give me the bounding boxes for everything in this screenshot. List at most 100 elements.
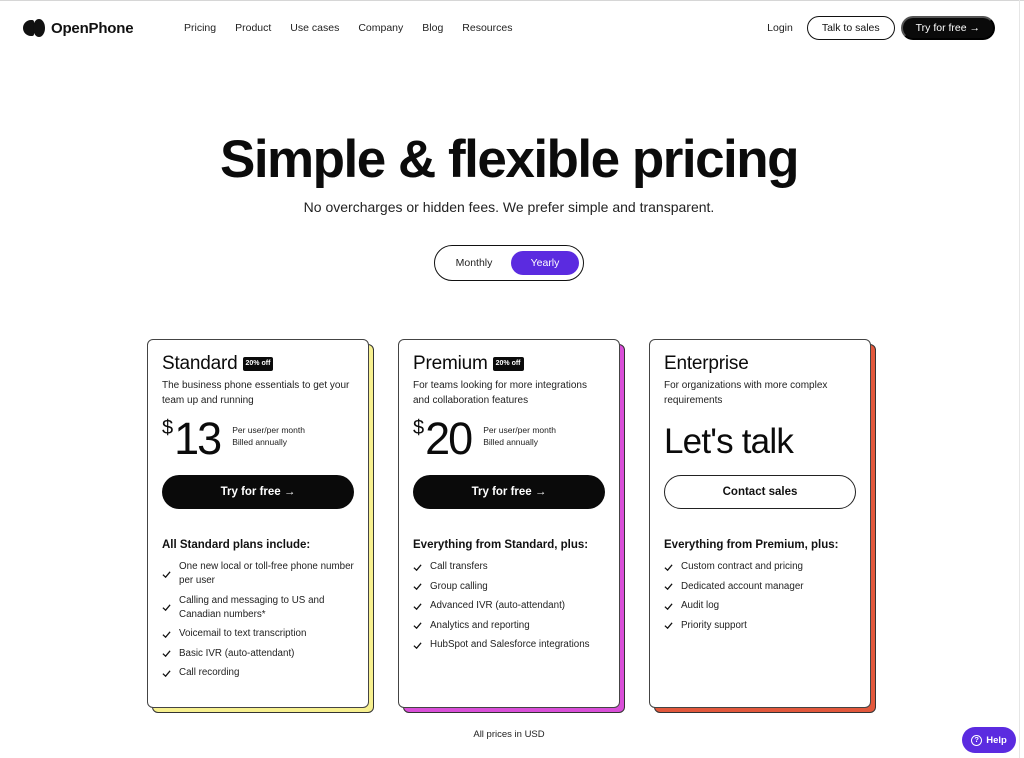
plan-name: Standard: [162, 353, 238, 374]
feature-list: Custom contract and pricing Dedicated ac…: [664, 560, 856, 633]
discount-badge: 20% off: [492, 357, 524, 371]
feature-text: Voicemail to text transcription: [179, 628, 307, 639]
nav-link-resources[interactable]: Resources: [462, 22, 512, 34]
feature-item: Custom contract and pricing: [664, 560, 856, 574]
currency-symbol: $: [413, 417, 425, 439]
toggle-monthly[interactable]: Monthly: [440, 251, 508, 275]
discount-badge: 20% off: [242, 357, 274, 371]
try-for-free-button[interactable]: Try for free →: [413, 475, 605, 509]
check-icon: [162, 669, 171, 677]
plan-name: Enterprise: [664, 353, 749, 374]
feature-item: Dedicated account manager: [664, 580, 856, 594]
feature-list: Call transfers Group calling Advanced IV…: [413, 560, 605, 652]
feature-item: One new local or toll-free phone number …: [162, 560, 354, 588]
price: $ 20 Per user/per month Billed annually: [413, 413, 605, 467]
features-heading: All Standard plans include:: [162, 539, 311, 551]
billing-period-toggle: Monthly Yearly: [434, 245, 584, 281]
try-for-free-button[interactable]: Try for free →: [162, 475, 354, 509]
currency-note: All prices in USD: [473, 729, 545, 740]
feature-text: Basic IVR (auto-attendant): [179, 647, 295, 659]
feature-text: Calling and messaging to US and Canadian…: [179, 594, 325, 620]
contact-sales-button[interactable]: Contact sales: [664, 475, 856, 509]
check-icon: [664, 622, 673, 630]
billing-note: Billed annually: [232, 437, 288, 447]
page-subtitle: No overcharges or hidden fees. We prefer…: [303, 199, 715, 215]
check-icon: [413, 583, 422, 591]
nav-link-product[interactable]: Product: [235, 22, 271, 34]
price-period: Per user/per month: [232, 425, 305, 435]
feature-item: Call recording: [162, 666, 354, 680]
check-icon: [413, 602, 422, 610]
card-body: Enterprise For organizations with more c…: [649, 339, 871, 708]
check-icon: [664, 583, 673, 591]
logo-text: OpenPhone: [51, 19, 134, 37]
feature-item: HubSpot and Salesforce integrations: [413, 638, 605, 652]
top-navigation: OpenPhone Pricing Product Use cases Comp…: [0, 0, 1024, 58]
feature-list: One new local or toll-free phone number …: [162, 560, 354, 680]
check-icon: [413, 641, 422, 649]
feature-text: Advanced IVR (auto-attendant): [430, 600, 566, 611]
toggle-yearly[interactable]: Yearly: [511, 251, 579, 275]
card-body: Premium 20% off For teams looking for mo…: [398, 339, 620, 708]
feature-item: Advanced IVR (auto-attendant): [413, 599, 605, 613]
question-circle-icon: ?: [971, 734, 983, 746]
check-icon: [162, 604, 171, 612]
feature-item: Analytics and reporting: [413, 619, 605, 633]
feature-text: Call transfers: [430, 561, 488, 572]
check-icon: [162, 570, 171, 578]
feature-text: Audit log: [681, 600, 720, 611]
try-for-free-nav-button[interactable]: Try for free →: [900, 16, 995, 40]
page-title: Simple & flexible pricing: [219, 130, 800, 189]
feature-text: Analytics and reporting: [430, 619, 530, 631]
nav-link-pricing[interactable]: Pricing: [184, 22, 216, 34]
feature-item: Audit log: [664, 599, 856, 613]
plan-description: The business phone essentials to get you…: [162, 380, 350, 406]
check-icon: [162, 650, 171, 658]
feature-item: Group calling: [413, 580, 605, 594]
check-icon: [162, 630, 171, 638]
help-button[interactable]: ? Help: [962, 727, 1016, 753]
price-amount: 13: [174, 413, 222, 464]
nav-links: Pricing Product Use cases Company Blog R…: [184, 22, 532, 34]
help-label: Help: [986, 734, 1007, 746]
feature-item: Voicemail to text transcription: [162, 627, 354, 641]
logo[interactable]: OpenPhone: [23, 19, 134, 37]
check-icon: [413, 563, 422, 571]
feature-text: One new local or toll-free phone number …: [179, 561, 354, 586]
billing-note: Billed annually: [483, 437, 539, 447]
nav-link-company[interactable]: Company: [358, 22, 403, 34]
price-amount: 20: [425, 413, 473, 464]
plan-card-standard: Standard 20% off The business phone esse…: [147, 339, 375, 714]
price-text: Let's talk: [664, 422, 794, 461]
talk-to-sales-button[interactable]: Talk to sales: [806, 16, 895, 40]
nav-link-blog[interactable]: Blog: [422, 22, 443, 34]
feature-text: Group calling: [430, 580, 488, 592]
check-icon: [664, 602, 673, 610]
plan-card-premium: Premium 20% off For teams looking for mo…: [398, 339, 626, 714]
feature-text: Custom contract and pricing: [681, 561, 803, 572]
feature-item: Calling and messaging to US and Canadian…: [162, 594, 354, 622]
feature-text: Priority support: [681, 619, 747, 631]
plan-name: Premium: [413, 353, 488, 374]
check-icon: [413, 622, 422, 630]
scrollbar-track[interactable]: [1019, 0, 1020, 758]
card-body: Standard 20% off The business phone esse…: [147, 339, 369, 708]
plan-card-enterprise: Enterprise For organizations with more c…: [649, 339, 877, 714]
feature-item: Call transfers: [413, 560, 605, 574]
features-heading: Everything from Standard, plus:: [413, 539, 589, 551]
price: $ 13 Per user/per month Billed annually: [162, 413, 354, 467]
login-link[interactable]: Login: [767, 22, 793, 34]
openphone-logo-icon: [23, 19, 45, 37]
currency-symbol: $: [162, 417, 174, 439]
feature-text: Call recording: [179, 667, 240, 678]
plan-description: For organizations with more complex requ…: [664, 380, 828, 406]
nav-link-use-cases[interactable]: Use cases: [290, 22, 339, 34]
feature-item: Priority support: [664, 619, 856, 633]
features-heading: Everything from Premium, plus:: [664, 539, 839, 551]
check-icon: [664, 563, 673, 571]
feature-item: Basic IVR (auto-attendant): [162, 647, 354, 661]
feature-text: HubSpot and Salesforce integrations: [430, 639, 590, 650]
price-period: Per user/per month: [483, 425, 556, 435]
feature-text: Dedicated account manager: [681, 580, 804, 592]
nav-actions: Login Talk to sales Try for free →: [767, 16, 995, 40]
